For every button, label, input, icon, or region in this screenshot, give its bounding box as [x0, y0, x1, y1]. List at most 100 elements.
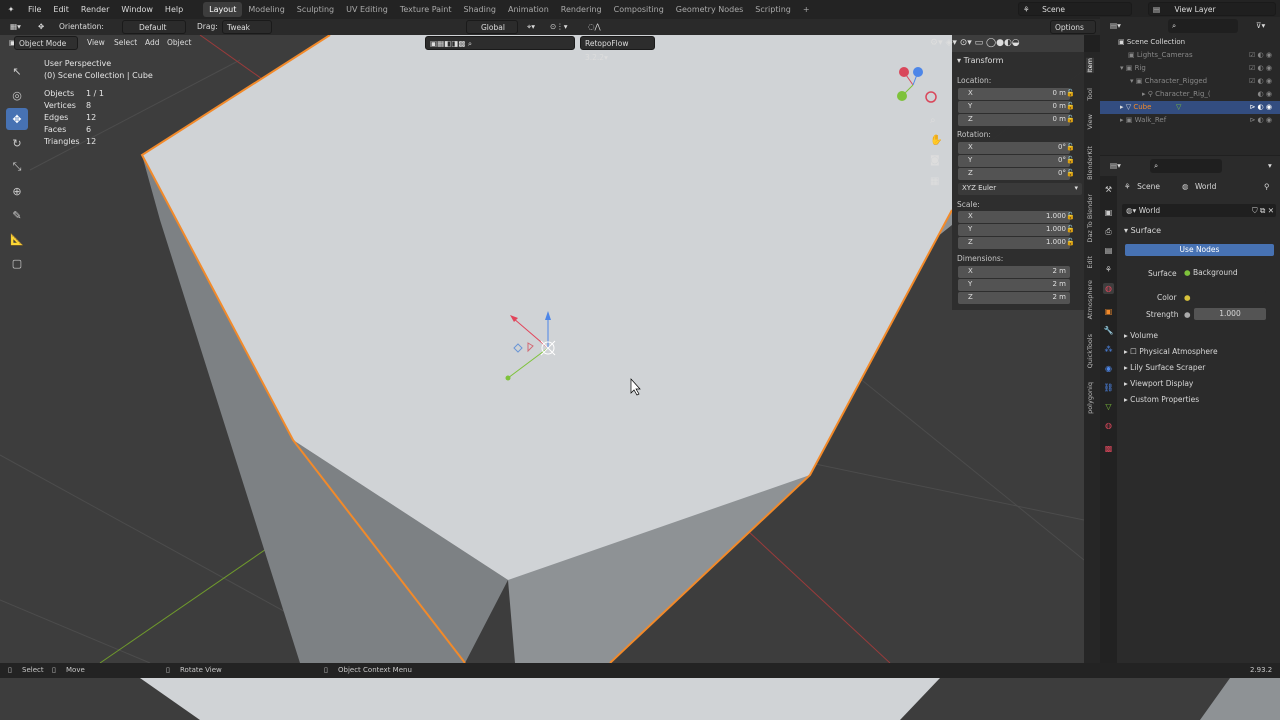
dimensions-x-field[interactable]: X2 m	[958, 266, 1070, 278]
material-tab-icon[interactable]: ◍	[1103, 420, 1114, 431]
transform-header[interactable]: ▾ Transform	[957, 56, 1003, 65]
particles-tab-icon[interactable]: ⁂	[1103, 344, 1114, 355]
tab-atmosphere[interactable]: Atmosphere	[1086, 280, 1094, 319]
tab-rendering[interactable]: Rendering	[555, 2, 608, 17]
lock-icon[interactable]: 🔓	[1066, 169, 1076, 177]
outliner-row-character-rig[interactable]: ▸ ⚲ Character_Rig_(◐ ◉	[1100, 88, 1280, 101]
rotation-x-field[interactable]: X 0°	[958, 142, 1070, 154]
editor-type-button[interactable]: ▦▾	[6, 20, 25, 34]
outliner-row-scene-collection[interactable]: ▣ Scene Collection	[1100, 36, 1280, 49]
scale-y-field[interactable]: Y 1.000	[958, 224, 1070, 236]
texture-tab-icon[interactable]: ▩	[1103, 443, 1114, 454]
mode-dropdown[interactable]: Object Mode	[14, 36, 78, 50]
move-icon[interactable]: ✥	[6, 108, 28, 130]
annotate-icon[interactable]: ✎	[6, 204, 28, 226]
pan-hand-icon[interactable]: ✋	[930, 135, 944, 149]
tab-item[interactable]: Item	[1086, 58, 1094, 73]
3d-viewport[interactable]	[0, 35, 1084, 663]
drag-dropdown[interactable]: Tweak	[222, 20, 272, 34]
location-z-field[interactable]: Z0 m	[958, 114, 1070, 126]
lock-icon[interactable]: 🔓	[1066, 156, 1076, 164]
menu-edit[interactable]: Edit	[47, 0, 75, 19]
tab-layout[interactable]: Layout	[203, 2, 243, 17]
move-tool-icon[interactable]: ✥	[34, 20, 48, 34]
modifier-tab-icon[interactable]: 🔧	[1103, 325, 1114, 336]
cursor-icon[interactable]: ◎	[6, 84, 28, 106]
location-y-field[interactable]: Y0 m	[958, 101, 1070, 113]
rotation-mode-dropdown[interactable]: XYZ Euler ▾	[958, 183, 1082, 195]
add-cube-icon[interactable]: ▢	[6, 252, 28, 274]
selection-mode-buttons[interactable]: ▣▦◧◨▩ ⌕	[425, 36, 575, 50]
output-tab-icon[interactable]: ⎙	[1103, 226, 1114, 237]
location-x-field[interactable]: X0 m	[958, 88, 1070, 100]
scene-tab-icon[interactable]: ⚘	[1103, 264, 1114, 275]
menu-help[interactable]: Help	[159, 0, 189, 19]
panel-custom-properties[interactable]: ▸ Custom Properties	[1124, 395, 1199, 404]
snap-icon[interactable]: ⊙⋮▾	[546, 20, 572, 34]
transform-icon[interactable]: ⊕	[6, 180, 28, 202]
lock-icon[interactable]: 🔓	[1066, 238, 1076, 246]
outliner-row-walk-ref[interactable]: ▸ ▣ Walk_Ref ⊳ ◐ ◉	[1100, 114, 1280, 127]
world-datablock[interactable]: ◍▾ World ⛉ ⧉ ✕	[1122, 204, 1276, 217]
tab-uv-editing[interactable]: UV Editing	[340, 2, 394, 17]
add-workspace-icon[interactable]: +	[797, 2, 816, 17]
scale-z-field[interactable]: Z 1.000	[958, 237, 1070, 249]
properties-search-icon[interactable]: ⌕	[1150, 159, 1222, 173]
outliner-search-icon[interactable]: ⌕	[1168, 19, 1238, 33]
tab-view[interactable]: View	[1086, 114, 1094, 129]
blender-logo-icon[interactable]: ✦	[0, 0, 22, 19]
lock-icon[interactable]: 🔓	[1066, 225, 1076, 233]
camera-view-icon[interactable]: ◙	[930, 155, 944, 169]
dimensions-y-field[interactable]: Y2 m	[958, 279, 1070, 291]
color-field[interactable]	[1194, 291, 1266, 303]
strength-field[interactable]: 1.000	[1194, 308, 1266, 320]
tab-blenderkit[interactable]: BlenderKit	[1086, 146, 1094, 180]
select-box-icon[interactable]: ↖	[6, 60, 28, 82]
pin-icon[interactable]: ⚲	[1264, 182, 1270, 191]
properties-editor-icon[interactable]: ▤▾	[1106, 159, 1125, 173]
view-layer-tab-icon[interactable]: ▤	[1103, 245, 1114, 256]
view-layer-selector[interactable]: ▤ View Layer	[1148, 2, 1276, 16]
outliner-row-cube[interactable]: ▸ ▽ Cube ▽ ⊳ ◐ ◉	[1100, 101, 1280, 114]
menu-window[interactable]: Window	[115, 0, 159, 19]
data-tab-icon[interactable]: ▽	[1103, 401, 1114, 412]
object-tab-icon[interactable]: ▣	[1103, 306, 1114, 317]
rotate-icon[interactable]: ↻	[6, 132, 28, 154]
tab-edit[interactable]: Edit	[1086, 256, 1094, 269]
viewport-shading-icons[interactable]: ⚙▾ ◈▾ ⊙▾ ▭ ◯●◐◒	[926, 36, 1084, 50]
rotation-y-field[interactable]: Y 0°	[958, 155, 1070, 167]
lock-icon[interactable]: 🔓	[1066, 143, 1076, 151]
tab-geometry-nodes[interactable]: Geometry Nodes	[670, 2, 749, 17]
panel-physical-atmosphere[interactable]: ▸ ☐ Physical Atmosphere	[1124, 347, 1218, 356]
dimensions-z-field[interactable]: Z2 m	[958, 292, 1070, 304]
menu-render[interactable]: Render	[75, 0, 115, 19]
transform-orientation-dropdown[interactable]: Global	[466, 20, 518, 34]
outliner-editor-icon[interactable]: ▤▾	[1106, 19, 1125, 33]
menu-add[interactable]: Add	[141, 36, 164, 50]
measure-icon[interactable]: 📐	[6, 228, 28, 250]
physics-tab-icon[interactable]: ◉	[1103, 363, 1114, 374]
lock-icon[interactable]: 🔓	[1066, 115, 1076, 123]
lock-icon[interactable]: 🔓	[1066, 89, 1076, 97]
scene-selector[interactable]: ⚘ Scene	[1018, 2, 1132, 16]
retopoflow-button[interactable]: RetopoFlow 3.2.2▾	[580, 36, 655, 62]
tab-animation[interactable]: Animation	[502, 2, 555, 17]
constraints-tab-icon[interactable]: ⛓	[1103, 382, 1114, 393]
zoom-icon[interactable]: ⌕	[930, 115, 944, 129]
scale-icon[interactable]: ⤡	[6, 156, 28, 178]
surface-shader-field[interactable]: ● Background	[1184, 267, 1274, 279]
rotation-z-field[interactable]: Z 0°	[958, 168, 1070, 180]
menu-object[interactable]: Object	[163, 36, 195, 50]
proportional-edit-icon[interactable]: ◌⋀	[584, 20, 605, 34]
scale-x-field[interactable]: X 1.000	[958, 211, 1070, 223]
panel-lily-surface-scraper[interactable]: ▸ Lily Surface Scraper	[1124, 363, 1205, 372]
world-tab-icon[interactable]: ◍	[1103, 283, 1114, 294]
tab-quicktools[interactable]: QuickTools	[1086, 334, 1094, 368]
use-nodes-button[interactable]: Use Nodes	[1125, 244, 1274, 256]
lock-icon[interactable]: 🔓	[1066, 102, 1076, 110]
options-dropdown[interactable]: Options	[1050, 20, 1096, 34]
outliner-row-character-rigged[interactable]: ▾ ▣ Character_Rigged ☑ ◐ ◉	[1100, 75, 1280, 88]
tab-scripting[interactable]: Scripting	[749, 2, 797, 17]
menu-file[interactable]: File	[22, 0, 47, 19]
tab-tool[interactable]: Tool	[1086, 88, 1094, 101]
